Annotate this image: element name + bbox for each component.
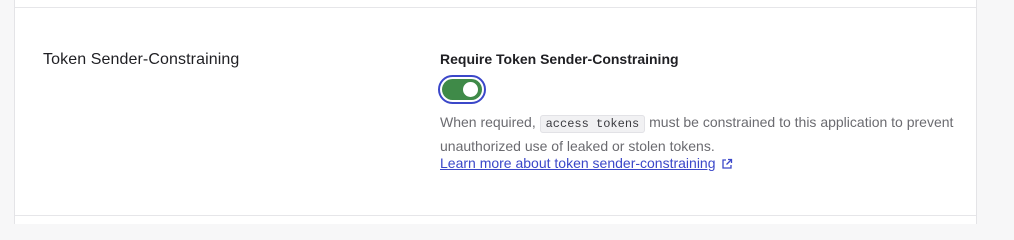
description-before: When required, — [440, 114, 540, 130]
learn-more-link-text: Learn more about token sender-constraini… — [440, 155, 716, 171]
require-sender-constraining-toggle[interactable] — [438, 75, 486, 104]
toggle-track — [442, 79, 482, 100]
learn-more-link[interactable]: Learn more about token sender-constraini… — [440, 155, 733, 171]
toggle-knob — [463, 82, 478, 97]
section-title: Token Sender-Constraining — [43, 51, 240, 68]
top-divider — [15, 7, 976, 8]
external-link-icon — [721, 157, 733, 169]
access-tokens-code: access tokens — [539, 115, 646, 133]
field-description: When required, access tokens must be con… — [440, 111, 960, 157]
bottom-divider — [15, 215, 976, 216]
field-label: Require Token Sender-Constraining — [440, 51, 679, 67]
settings-card: Token Sender-Constraining Require Token … — [14, 0, 977, 224]
